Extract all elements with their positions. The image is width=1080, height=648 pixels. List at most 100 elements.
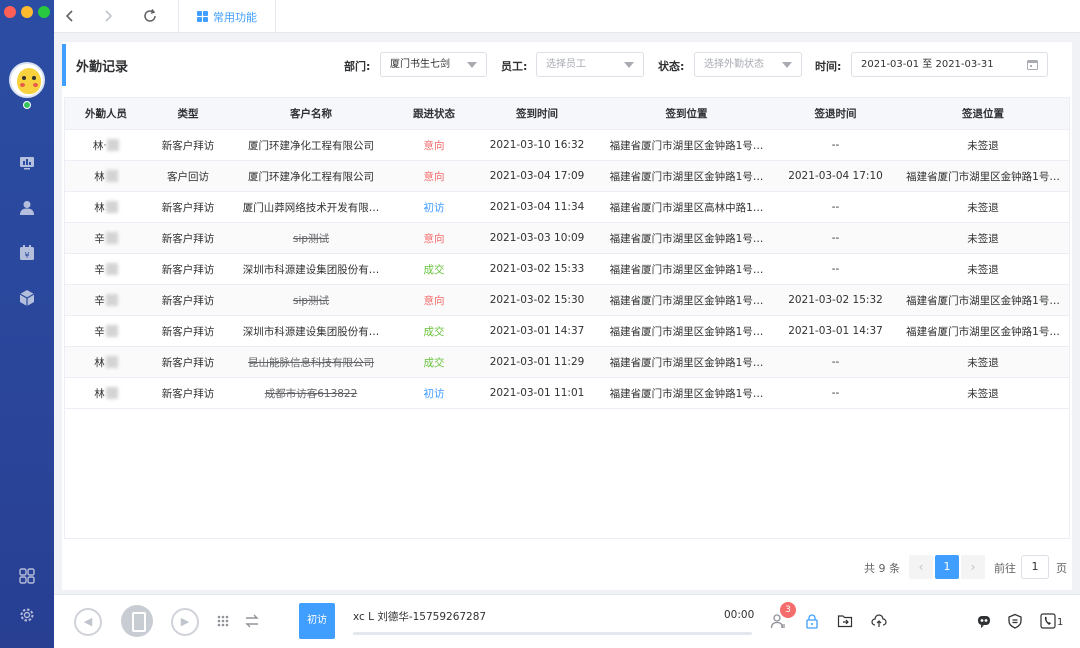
redacted-name-mask bbox=[105, 294, 118, 306]
robot-assistant-icon[interactable] bbox=[976, 613, 992, 629]
cloud-sync-icon[interactable] bbox=[871, 613, 887, 629]
chevron-down-icon bbox=[467, 62, 477, 68]
finance-icon[interactable]: ¥ bbox=[18, 244, 36, 262]
back-arrow-icon[interactable] bbox=[62, 8, 78, 24]
customer-text: sip测试 bbox=[292, 294, 330, 307]
status-select-placeholder: 选择外勤状态 bbox=[704, 59, 764, 70]
checkin-loc-text: 福建省厦门市湖里区金钟路1号… bbox=[609, 139, 764, 152]
shield-contact-icon[interactable] bbox=[1007, 613, 1023, 629]
panel-header: 外勤记录 部门: 厦门书生七剑 员工: 选择员工 状态: 选择外勤状态 时间: … bbox=[62, 42, 1072, 88]
status-text: 意向 bbox=[423, 170, 445, 183]
cell-checkin-time: 2021-03-02 15:33 bbox=[475, 254, 599, 284]
cell-customer: 厦门环建净化工程有限公司 bbox=[229, 161, 393, 191]
table-row[interactable]: 林 新客户拜访 厦门山莽网络技术开发有限… 初访 2021-03-04 11:34 福建省… bbox=[65, 192, 1069, 223]
close-window-button[interactable] bbox=[4, 6, 16, 18]
table-row[interactable]: 林 新客户拜访 昆山能脉信息科技有限公司 成交 2021-03-01 11:29 福建省厦… bbox=[65, 347, 1069, 378]
table-row[interactable]: 辛 新客户拜访 深圳市科源建设集团股份有… 成交 2021-03-01 14:37 福建省… bbox=[65, 316, 1069, 347]
checkout-loc-text: 未签退 bbox=[967, 139, 999, 152]
calendar-icon bbox=[1027, 60, 1038, 70]
person-text: 林 bbox=[94, 170, 105, 183]
table-row[interactable]: 林 新客户拜访 成都市访客613822 初访 2021-03-01 11:01 福建省厦门… bbox=[65, 378, 1069, 409]
status-select[interactable]: 选择外勤状态 bbox=[694, 52, 802, 77]
cell-customer: 深圳市科源建设集团股份有… bbox=[229, 316, 393, 346]
cell-checkout-time: 2021-03-01 14:37 bbox=[774, 316, 897, 346]
cell-checkin-loc: 福建省厦门市湖里区金钟路1号… bbox=[599, 130, 774, 160]
table-row[interactable]: 辛 新客户拜访 sip测试 意向 2021-03-02 15:30 福建省厦门市湖里区金钟… bbox=[65, 285, 1069, 316]
next-page-button[interactable]: › bbox=[961, 555, 985, 579]
status-text: 初访 bbox=[423, 387, 445, 400]
redacted-name-mask bbox=[105, 263, 118, 275]
phone-line-icon[interactable] bbox=[1040, 613, 1056, 629]
cell-person: 辛 bbox=[65, 316, 147, 346]
cell-checkout-time: -- bbox=[774, 223, 897, 253]
employee-select[interactable]: 选择员工 bbox=[536, 52, 644, 77]
field-records-table: 外勤人员 类型 客户名称 跟进状态 签到时间 签到位置 签退时间 签退位置 林ᐧ… bbox=[64, 97, 1070, 539]
person-text: 林 bbox=[94, 356, 105, 369]
type-text: 新客户拜访 bbox=[161, 356, 215, 369]
checkin-time-text: 2021-03-02 15:33 bbox=[489, 263, 585, 275]
checkin-time-text: 2021-03-10 16:32 bbox=[489, 139, 585, 151]
time-filter-label: 时间: bbox=[815, 60, 842, 73]
page-number-current[interactable]: 1 bbox=[935, 555, 959, 579]
prev-page-button[interactable]: ‹ bbox=[909, 555, 933, 579]
page-title: 外勤记录 bbox=[76, 60, 129, 75]
column-header-status: 跟进状态 bbox=[413, 108, 455, 120]
checkout-time-text: 2021-03-04 17:10 bbox=[788, 170, 883, 182]
cell-checkin-loc: 福建省厦门市湖里区金钟路1号… bbox=[599, 254, 774, 284]
next-call-button[interactable]: ▶ bbox=[171, 608, 199, 636]
customer-text: 厦门山莽网络技术开发有限… bbox=[242, 201, 380, 214]
goto-page-input[interactable]: 1 bbox=[1021, 555, 1049, 579]
date-range-picker[interactable]: 2021-03-01 至 2021-03-31 bbox=[851, 52, 1048, 77]
sidebar: ¥ bbox=[0, 0, 54, 648]
refresh-icon[interactable] bbox=[142, 8, 158, 24]
transfer-arrows-icon[interactable] bbox=[244, 613, 260, 629]
table-row[interactable]: 林 客户回访 厦门环建净化工程有限公司 意向 2021-03-04 17:09 福建省厦门… bbox=[65, 161, 1069, 192]
table-row[interactable]: 辛 新客户拜访 深圳市科源建设集团股份有… 成交 2021-03-02 15:33 福建省… bbox=[65, 254, 1069, 285]
previous-call-button[interactable]: ◀ bbox=[74, 608, 102, 636]
cell-person: 林ᐧ bbox=[65, 130, 147, 160]
apps-grid-icon[interactable] bbox=[18, 567, 36, 585]
status-filter-label: 状态: bbox=[658, 60, 685, 73]
cell-checkin-time: 2021-03-04 11:34 bbox=[475, 192, 599, 222]
cell-checkout-time: 2021-03-02 15:32 bbox=[774, 285, 897, 315]
person-text: 林 bbox=[94, 387, 105, 400]
checkin-loc-text: 福建省厦门市湖里区金钟路1号… bbox=[609, 263, 764, 276]
customer-text: 昆山能脉信息科技有限公司 bbox=[248, 356, 374, 369]
checkin-time-text: 2021-03-01 14:37 bbox=[489, 325, 585, 337]
status-text: 成交 bbox=[423, 356, 445, 369]
checkout-loc-text: 福建省厦门市湖里区金钟路1号… bbox=[906, 294, 1060, 307]
product-box-icon[interactable] bbox=[18, 289, 36, 307]
column-header-checkout-location: 签退位置 bbox=[962, 108, 1004, 120]
online-status-dot bbox=[23, 101, 31, 109]
minimize-window-button[interactable] bbox=[21, 6, 33, 18]
forward-arrow-icon[interactable] bbox=[100, 8, 116, 24]
column-header-customer: 客户名称 bbox=[290, 108, 332, 120]
top-bar: 常用功能 bbox=[54, 0, 1080, 33]
dashboard-icon[interactable] bbox=[18, 154, 36, 172]
settings-gear-icon[interactable] bbox=[18, 606, 36, 624]
dialpad-icon[interactable] bbox=[215, 613, 231, 629]
table-row[interactable]: 林ᐧ 新客户拜访 厦门环建净化工程有限公司 意向 2021-03-10 16:32 福建省… bbox=[65, 130, 1069, 161]
contacts-icon[interactable] bbox=[18, 199, 36, 217]
tab-common-functions[interactable]: 常用功能 bbox=[178, 0, 276, 33]
phone-device-button[interactable] bbox=[121, 605, 153, 637]
redacted-name-mask bbox=[105, 170, 118, 182]
lock-icon[interactable] bbox=[804, 613, 820, 629]
export-folder-icon[interactable] bbox=[837, 613, 853, 629]
checkout-time-text: -- bbox=[831, 387, 840, 399]
type-text: 新客户拜访 bbox=[161, 232, 215, 245]
maximize-window-button[interactable] bbox=[38, 6, 50, 18]
follow-up-status-tag[interactable]: 初访 bbox=[299, 603, 335, 639]
cell-type: 客户回访 bbox=[147, 161, 229, 191]
dept-select[interactable]: 厦门书生七剑 bbox=[380, 52, 487, 77]
avatar[interactable] bbox=[9, 62, 45, 98]
redacted-name-mask bbox=[105, 201, 118, 213]
status-text: 成交 bbox=[423, 325, 445, 338]
cell-type: 新客户拜访 bbox=[147, 347, 229, 377]
cell-checkout-time: -- bbox=[774, 347, 897, 377]
status-text: 意向 bbox=[423, 232, 445, 245]
checkout-loc-text: 福建省厦门市湖里区金钟路1号… bbox=[906, 170, 1060, 183]
table-row[interactable]: 辛 新客户拜访 sip测试 意向 2021-03-03 10:09 福建省厦门市湖里区金钟… bbox=[65, 223, 1069, 254]
checkin-loc-text: 福建省厦门市湖里区金钟路1号… bbox=[609, 170, 764, 183]
type-text: 客户回访 bbox=[167, 170, 209, 183]
